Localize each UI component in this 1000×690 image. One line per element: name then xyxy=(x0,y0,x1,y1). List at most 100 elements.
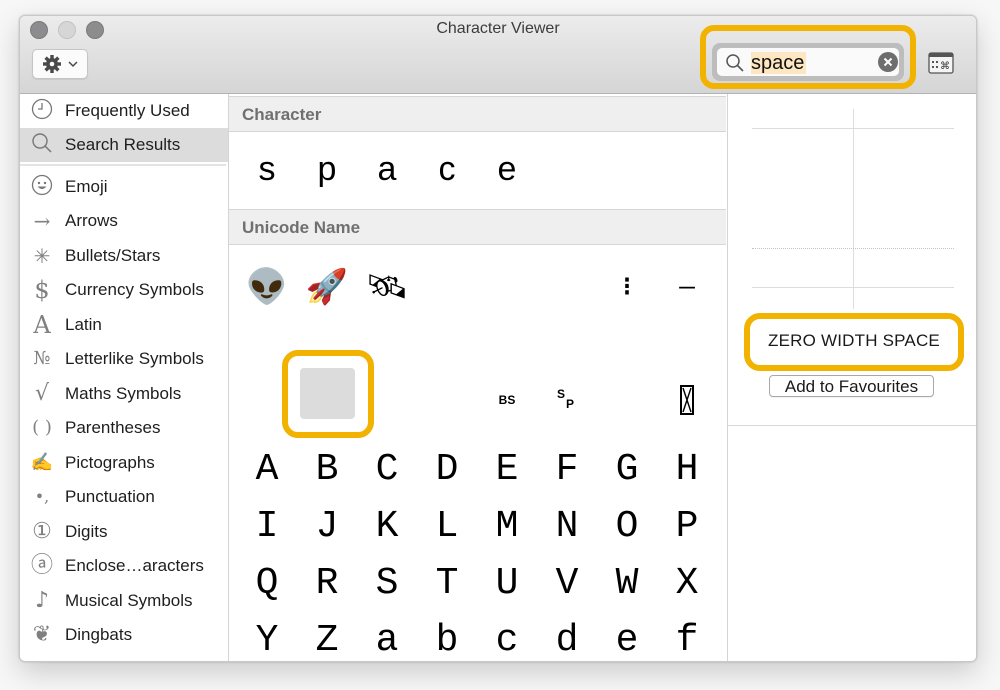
sidebar-item-frequently-used[interactable]: Frequently Used xyxy=(20,94,228,128)
letter-cell[interactable]: F xyxy=(537,441,597,497)
add-to-favourites-button[interactable]: Add to Favourites xyxy=(769,375,934,397)
glyph-preview-baseline xyxy=(752,287,954,288)
letter-cell[interactable]: C xyxy=(357,441,417,497)
sidebar-item-label: Digits xyxy=(65,522,108,541)
sidebar-item-maths-symbols[interactable]: √ Maths Symbols xyxy=(20,377,228,411)
sidebar-item-parentheses[interactable]: ( ) Parentheses xyxy=(20,411,228,445)
sidebar-item-letterlike-symbols[interactable]: № Letterlike Symbols xyxy=(20,342,228,376)
sidebar-item-label: Frequently Used xyxy=(65,101,190,120)
letter-cell[interactable]: E xyxy=(477,441,537,497)
parentheses-icon: ( ) xyxy=(32,417,52,438)
sidebar-item-label: Enclose…aracters xyxy=(65,556,204,575)
letter-cell[interactable]: Q xyxy=(237,555,297,611)
letter-cell[interactable]: a xyxy=(357,612,417,662)
result-em-dash[interactable]: — xyxy=(657,259,717,315)
letter-cell[interactable]: G xyxy=(597,441,657,497)
sidebar-item-label: Dingbats xyxy=(65,625,133,644)
letter-cell[interactable]: P xyxy=(657,498,717,554)
result-zero-width-space[interactable] xyxy=(300,368,355,419)
sidebar-item-enclosed-characters[interactable]: ⓐ Enclose…aracters xyxy=(20,549,228,583)
action-menu-button[interactable] xyxy=(32,49,88,79)
letter-cell[interactable]: U xyxy=(477,555,537,611)
character-header-label: Character xyxy=(242,105,322,124)
letter-cell[interactable]: K xyxy=(357,498,417,554)
smiley-icon xyxy=(29,174,55,200)
letter-cell[interactable]: X xyxy=(657,555,717,611)
letter-cell[interactable]: H xyxy=(657,441,717,497)
numero-icon: № xyxy=(33,348,51,369)
sidebar-item-arrows[interactable]: → Arrows xyxy=(20,204,228,238)
letter-cell[interactable]: T xyxy=(417,555,477,611)
letter-cell[interactable]: d xyxy=(537,612,597,662)
search-char[interactable]: s xyxy=(237,150,297,189)
result-backspace-symbol[interactable]: BS xyxy=(477,372,537,428)
svg-text:⌘: ⌘ xyxy=(940,61,950,72)
sidebar-item-label: Latin xyxy=(65,315,102,334)
letter-cell[interactable]: e xyxy=(597,612,657,662)
letter-cell[interactable]: J xyxy=(297,498,357,554)
result-space-symbol[interactable]: SP xyxy=(537,372,597,428)
space-symbol-glyph: SP xyxy=(557,387,575,411)
letter-cell[interactable]: W xyxy=(597,555,657,611)
unicode-name-header-label: Unicode Name xyxy=(242,218,361,237)
letter-cell[interactable]: V xyxy=(537,555,597,611)
sidebar-item-dingbats[interactable]: ❦ Dingbats xyxy=(20,618,228,652)
sidebar-item-label: Letterlike Symbols xyxy=(65,349,204,368)
sidebar-item-emoji[interactable]: Emoji xyxy=(20,170,228,204)
pencil-icon: ✍ xyxy=(30,452,54,473)
sidebar-item-latin[interactable]: A Latin xyxy=(20,308,228,342)
search-field[interactable]: space xyxy=(712,43,904,81)
result-tricolon[interactable]: ⁝ xyxy=(597,259,657,315)
letter-cell[interactable]: B xyxy=(297,441,357,497)
character-panel: Character s p a c e Unicode Name 👽 🚀 🛰 ⁝… xyxy=(229,94,726,661)
sidebar-item-musical-symbols[interactable]: ♪ Musical Symbols xyxy=(20,584,228,618)
letter-cell[interactable]: L xyxy=(417,498,477,554)
search-char[interactable]: c xyxy=(417,150,477,189)
letter-cell[interactable]: N xyxy=(537,498,597,554)
sidebar-item-label: Currency Symbols xyxy=(65,280,204,299)
sidebar-item-pictographs[interactable]: ✍ Pictographs xyxy=(20,446,228,480)
sidebar-item-digits[interactable]: ① Digits xyxy=(20,515,228,549)
sidebar-item-label: Parentheses xyxy=(65,418,161,437)
music-note-icon: ♪ xyxy=(34,588,50,613)
search-query-text[interactable]: space xyxy=(751,52,807,74)
sidebar-item-label: Punctuation xyxy=(65,487,155,506)
sidebar-item-currency-symbols[interactable]: $ Currency Symbols xyxy=(20,273,228,307)
letter-cell[interactable]: A xyxy=(237,441,297,497)
keyboard-viewer-button[interactable]: ⌘ xyxy=(928,52,954,79)
result-alien[interactable]: 👽 xyxy=(237,259,297,315)
search-input[interactable]: space xyxy=(717,48,899,76)
chevron-down-icon xyxy=(68,60,78,68)
search-char[interactable]: p xyxy=(297,150,357,189)
letter-cell[interactable]: Z xyxy=(297,612,357,662)
letter-cell[interactable]: O xyxy=(597,498,657,554)
clock-icon xyxy=(29,98,55,124)
sidebar-item-label: Maths Symbols xyxy=(65,384,182,403)
letter-cell[interactable]: c xyxy=(477,612,537,662)
sidebar-item-label: Bullets/Stars xyxy=(65,246,161,265)
letter-cell[interactable]: R xyxy=(297,555,357,611)
heart-icon: ❦ xyxy=(32,622,52,647)
result-rocket[interactable]: 🚀 xyxy=(297,259,357,315)
sidebar-divider xyxy=(20,164,226,166)
letter-cell[interactable]: b xyxy=(417,612,477,662)
sidebar-item-bullets-stars[interactable]: ✳ Bullets/Stars xyxy=(20,239,228,273)
latin-a-icon: A xyxy=(33,311,51,339)
search-char[interactable]: a xyxy=(357,150,417,189)
result-satellite[interactable]: 🛰 xyxy=(357,259,417,315)
letter-cell[interactable]: I xyxy=(237,498,297,554)
gear-icon xyxy=(42,54,62,74)
result-boxed-x[interactable] xyxy=(657,372,717,428)
sidebar-item-search-results[interactable]: Search Results xyxy=(20,128,228,162)
search-icon xyxy=(29,132,55,158)
search-char[interactable]: e xyxy=(477,150,537,189)
letter-cell[interactable]: S xyxy=(357,555,417,611)
letter-cell[interactable]: Y xyxy=(237,612,297,662)
letter-cell[interactable]: M xyxy=(477,498,537,554)
sidebar-item-punctuation[interactable]: •, Punctuation xyxy=(20,480,228,514)
letter-cell[interactable]: f xyxy=(657,612,717,662)
circled-a-icon: ⓐ xyxy=(30,553,53,578)
clear-icon[interactable] xyxy=(878,52,898,72)
letter-cell[interactable]: D xyxy=(417,441,477,497)
sidebar-item-label: Musical Symbols xyxy=(65,591,193,610)
